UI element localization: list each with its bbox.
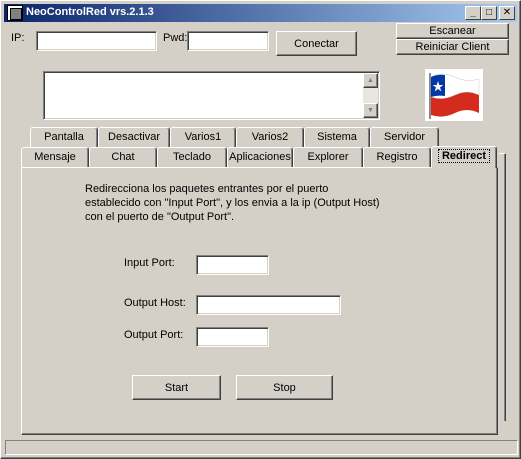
maximize-button[interactable]: □ xyxy=(481,6,497,20)
tab-teclado[interactable]: Teclado xyxy=(157,147,227,167)
start-button[interactable]: Start xyxy=(132,375,221,400)
scroll-down-icon[interactable]: ▼ xyxy=(363,103,378,118)
tab-redirect-label: Redirect xyxy=(437,149,491,163)
connect-button[interactable]: Conectar xyxy=(276,31,357,56)
scroll-up-icon[interactable]: ▲ xyxy=(363,73,378,88)
ip-input[interactable] xyxy=(36,31,157,51)
tab-desactivar[interactable]: Desactivar xyxy=(98,127,170,147)
stop-button[interactable]: Stop xyxy=(236,375,333,400)
redirect-description-line-3: con el puerto de "Output Port". xyxy=(85,211,235,223)
status-bar xyxy=(5,440,518,455)
tab-registro[interactable]: Registro xyxy=(363,147,431,167)
redirect-description-line-2: establecido con "Input Port", y los envi… xyxy=(85,197,380,209)
input-port-label: Input Port: xyxy=(124,257,175,269)
tab-chat[interactable]: Chat xyxy=(89,147,157,167)
tab-varios2[interactable]: Varios2 xyxy=(236,127,304,147)
minimize-button[interactable]: _ xyxy=(465,6,481,20)
app-icon xyxy=(7,5,23,21)
close-button[interactable]: ✕ xyxy=(499,6,515,20)
log-textarea[interactable]: ▲ ▼ xyxy=(43,71,380,120)
output-port-field[interactable] xyxy=(196,327,269,347)
tab-explorer[interactable]: Explorer xyxy=(293,147,363,167)
scan-button[interactable]: Escanear xyxy=(396,23,509,39)
main-window: NeoControlRed vrs.2.1.3 _ □ ✕ IP: Pwd: C… xyxy=(0,0,521,459)
output-port-label: Output Port: xyxy=(124,329,184,341)
tab-servidor[interactable]: Servidor xyxy=(370,127,439,147)
tab-pantalla[interactable]: Pantalla xyxy=(30,127,98,147)
ip-label: IP: xyxy=(11,32,25,44)
chile-flag-icon xyxy=(425,69,483,121)
restart-client-button[interactable]: Reiniciar Client xyxy=(396,39,509,55)
tab-mensaje[interactable]: Mensaje xyxy=(21,147,89,167)
tab-redirect[interactable]: Redirect xyxy=(431,146,497,168)
pwd-label: Pwd: xyxy=(163,32,188,44)
output-host-label: Output Host: xyxy=(124,297,186,309)
window-title: NeoControlRed vrs.2.1.3 xyxy=(26,6,154,18)
redirect-description-line-1: Redirecciona los paquetes entrantes por … xyxy=(85,183,329,195)
tab-stack-edge xyxy=(499,153,506,421)
title-bar[interactable]: NeoControlRed vrs.2.1.3 _ □ ✕ xyxy=(4,4,517,22)
tab-sistema[interactable]: Sistema xyxy=(304,127,370,147)
tab-aplicaciones[interactable]: Aplicaciones xyxy=(227,147,293,167)
input-port-field[interactable] xyxy=(196,255,269,275)
redirect-panel: Redirecciona los paquetes entrantes por … xyxy=(21,167,498,435)
output-host-field[interactable] xyxy=(196,295,341,315)
log-scrollbar[interactable]: ▲ ▼ xyxy=(363,73,378,118)
pwd-input[interactable] xyxy=(187,31,269,51)
tab-varios1[interactable]: Varios1 xyxy=(170,127,236,147)
